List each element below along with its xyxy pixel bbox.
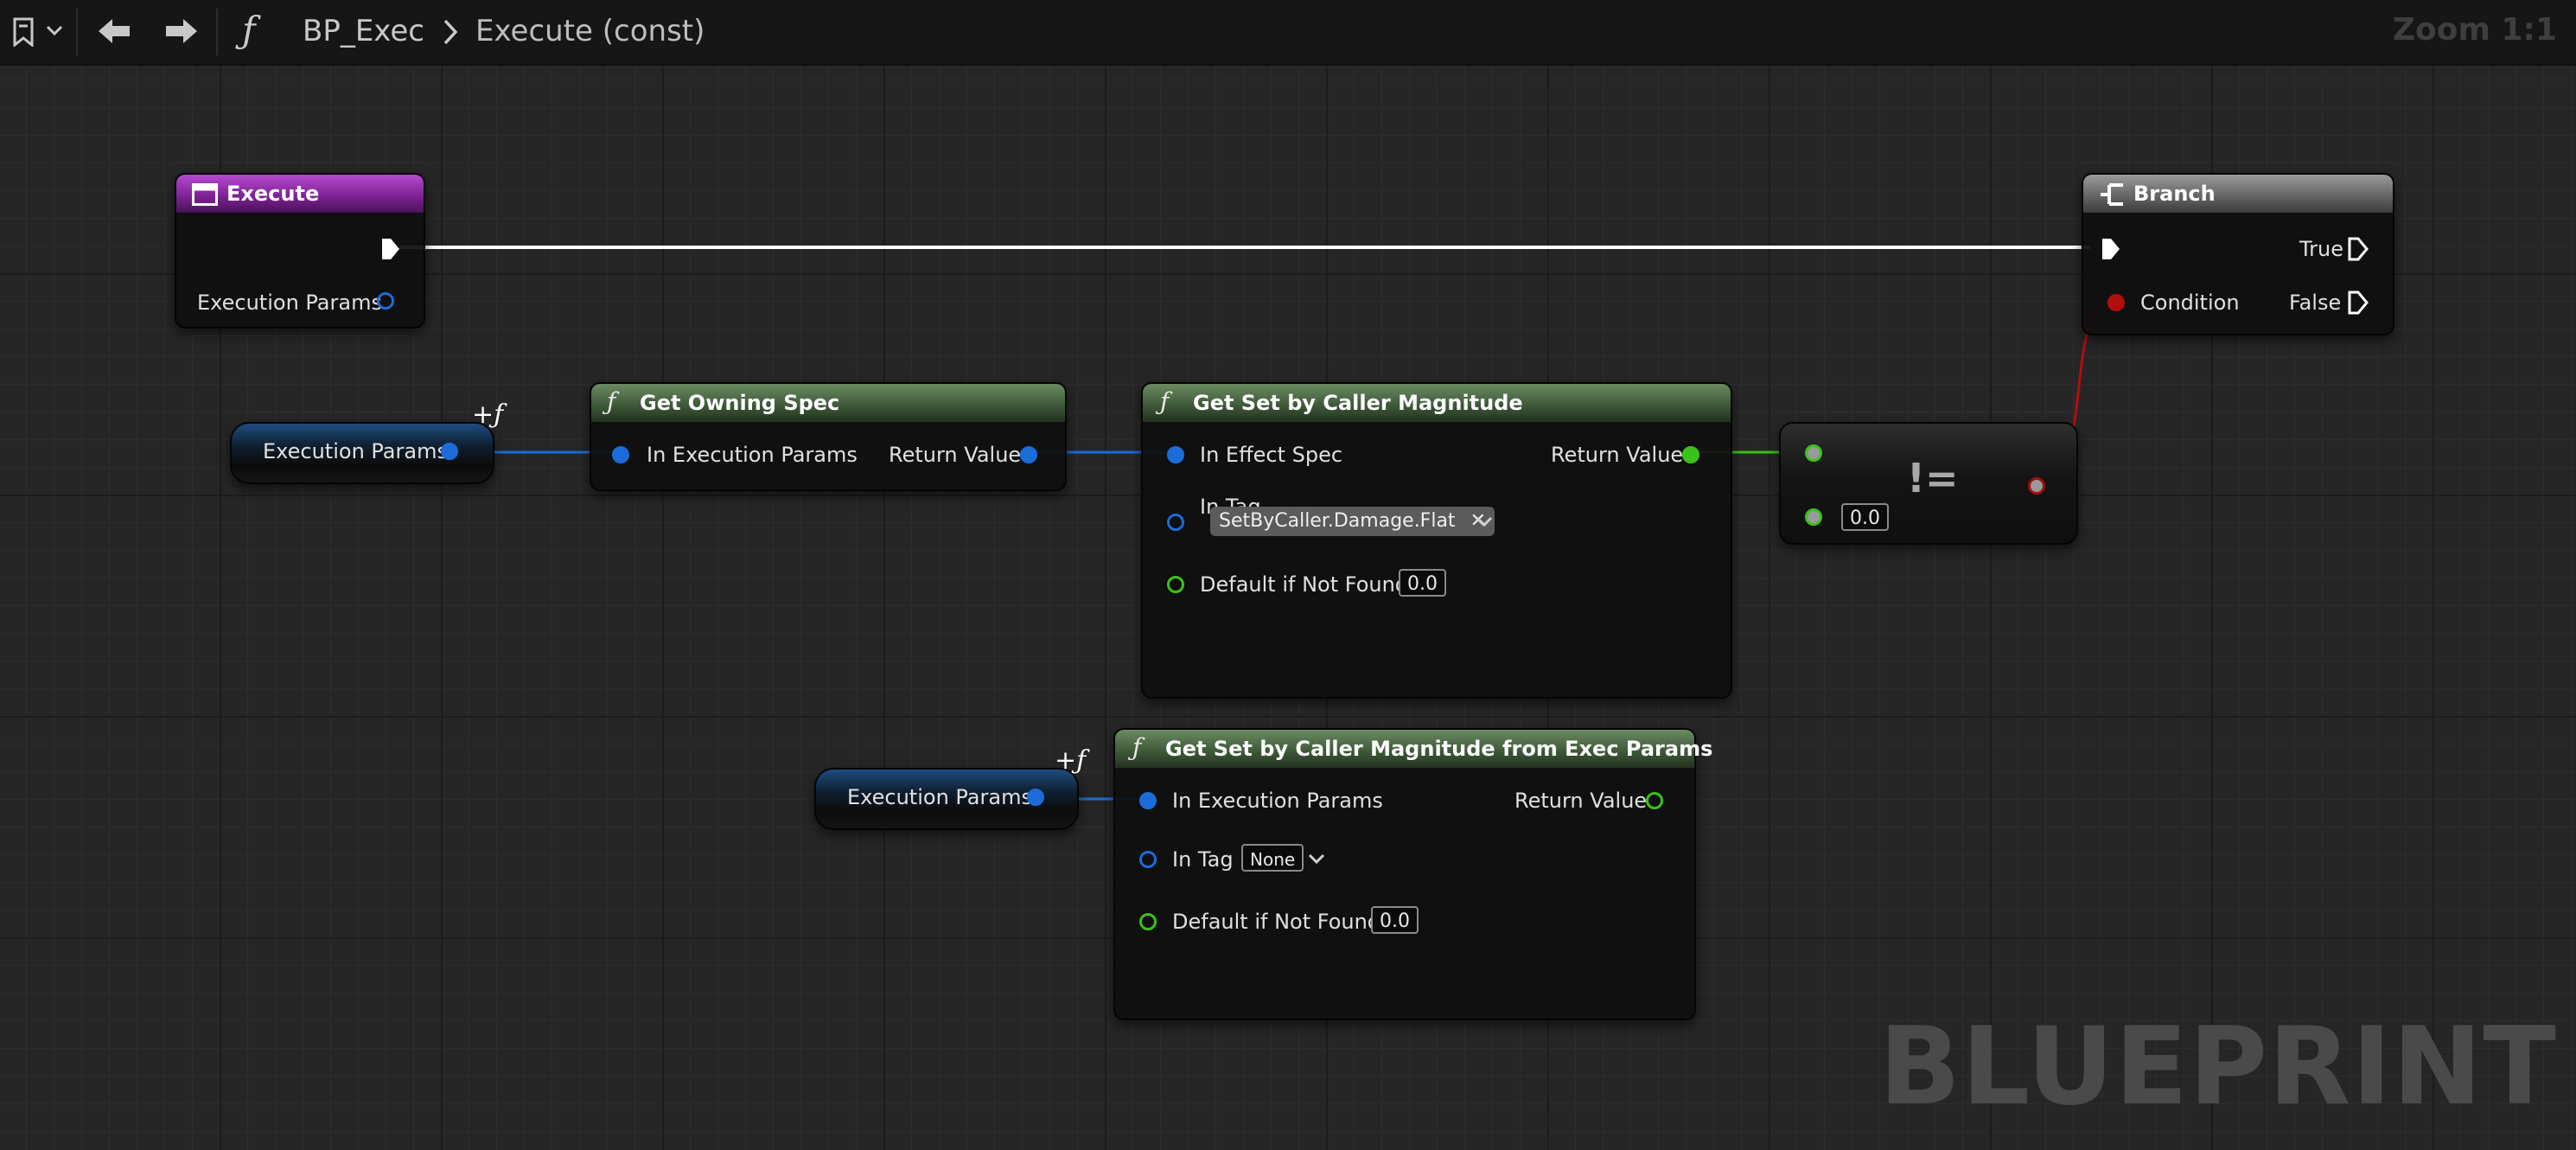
exec-in-pin[interactable] bbox=[2101, 237, 2121, 261]
pin-label: Return Value bbox=[889, 443, 1022, 467]
blueprint-watermark: BLUEPRINT bbox=[1878, 1005, 2557, 1129]
breadcrumb-chevron-icon bbox=[441, 17, 460, 50]
gameplay-tag-chip[interactable]: SetByCaller.Damage.Flat ✕ bbox=[1210, 507, 1495, 536]
bool-out-pin[interactable] bbox=[2028, 477, 2045, 495]
float-in-pin[interactable] bbox=[1139, 913, 1157, 930]
graph-canvas[interactable]: Execute Execution Params Branch Conditio… bbox=[0, 66, 2576, 1150]
tag-in-pin[interactable] bbox=[1167, 514, 1184, 531]
tag-in-pin[interactable] bbox=[1139, 851, 1157, 868]
forward-arrow-icon[interactable] bbox=[164, 17, 199, 48]
float-in-pin-b[interactable] bbox=[1805, 508, 1822, 526]
pin-label: In Execution Params bbox=[647, 443, 858, 467]
get-owning-spec-node[interactable]: ƒ Get Owning Spec In Execution Params Re… bbox=[590, 382, 1067, 491]
execution-params-variable[interactable]: Execution Params bbox=[814, 768, 1079, 830]
struct-in-pin[interactable] bbox=[1139, 792, 1157, 809]
pin-label: Return Value bbox=[1514, 789, 1648, 813]
default-value-input[interactable]: 0.0 bbox=[1399, 569, 1446, 597]
node-title: Get Set by Caller Magnitude bbox=[1193, 391, 1523, 415]
pure-function-icon: +ƒ bbox=[1055, 745, 1087, 776]
struct-out-pin[interactable] bbox=[441, 443, 458, 460]
chevron-down-icon[interactable] bbox=[1475, 514, 1494, 534]
event-icon bbox=[192, 183, 218, 209]
node-header bbox=[2083, 175, 2393, 213]
branch-icon bbox=[2099, 182, 2126, 211]
execute-event-node[interactable]: Execute Execution Params bbox=[175, 173, 425, 329]
execution-params-variable[interactable]: Execution Params bbox=[230, 422, 494, 484]
toolbar-divider bbox=[76, 9, 78, 55]
breadcrumb-current[interactable]: Execute (const) bbox=[475, 14, 705, 48]
function-icon: ƒ bbox=[1132, 733, 1142, 762]
graph-toolbar: ƒ BP_Exec Execute (const) Zoom 1:1 bbox=[0, 0, 2576, 66]
pin-label: True bbox=[2299, 237, 2343, 261]
pin-label: Default if Not Found bbox=[1172, 910, 1381, 934]
node-title: Branch bbox=[2133, 182, 2216, 206]
pure-function-icon: +ƒ bbox=[472, 399, 504, 430]
pin-label: False bbox=[2289, 291, 2342, 315]
exec-false-pin[interactable] bbox=[2348, 291, 2369, 315]
operator-symbol: != bbox=[1907, 455, 1959, 502]
pin-label: Default if Not Found bbox=[1200, 572, 1409, 597]
variable-label: Execution Params bbox=[847, 785, 1032, 809]
node-title: Get Owning Spec bbox=[640, 391, 840, 415]
get-set-by-caller-magnitude-from-exec-params-node[interactable]: ƒ Get Set by Caller Magnitude from Exec … bbox=[1113, 728, 1712, 1020]
struct-out-pin[interactable] bbox=[1020, 446, 1037, 463]
get-set-by-caller-magnitude-node[interactable]: ƒ Get Set by Caller Magnitude In Effect … bbox=[1141, 382, 1732, 699]
back-arrow-icon[interactable] bbox=[97, 17, 131, 48]
b-value-input[interactable]: 0.0 bbox=[1841, 503, 1889, 531]
bool-in-pin[interactable] bbox=[2107, 294, 2125, 311]
function-icon: ƒ bbox=[607, 387, 616, 416]
zoom-level: Zoom 1:1 bbox=[2392, 12, 2557, 48]
function-icon: ƒ bbox=[1160, 387, 1170, 416]
struct-in-pin[interactable] bbox=[1167, 446, 1184, 463]
tag-value-input[interactable]: None bbox=[1241, 844, 1304, 872]
node-title: Execute bbox=[226, 182, 320, 206]
tag-value: SetByCaller.Damage.Flat bbox=[1219, 510, 1456, 532]
float-in-pin-a[interactable] bbox=[1805, 444, 1822, 462]
branch-node[interactable]: Branch Condition True False bbox=[2082, 173, 2394, 335]
pin-label: Condition bbox=[2140, 291, 2240, 315]
node-title: Get Set by Caller Magnitude from Exec Pa… bbox=[1165, 737, 1713, 761]
chevron-down-icon[interactable] bbox=[1307, 851, 1326, 872]
default-value-input[interactable]: 0.0 bbox=[1371, 906, 1419, 934]
chevron-down-icon[interactable] bbox=[45, 21, 64, 43]
bookmark-icon[interactable] bbox=[12, 17, 35, 50]
exec-out-pin[interactable] bbox=[380, 237, 401, 261]
variable-label: Execution Params bbox=[263, 439, 448, 463]
toolbar-divider bbox=[216, 9, 218, 55]
pin-label: In Tag bbox=[1172, 847, 1234, 872]
float-out-pin[interactable] bbox=[1646, 792, 1663, 809]
pin-label: Execution Params bbox=[197, 291, 382, 315]
breadcrumb-root[interactable]: BP_Exec bbox=[303, 14, 424, 48]
float-in-pin[interactable] bbox=[1167, 576, 1184, 593]
function-icon: ƒ bbox=[242, 9, 256, 51]
struct-out-pin[interactable] bbox=[377, 292, 394, 310]
exec-true-pin[interactable] bbox=[2348, 237, 2369, 261]
pin-label: Return Value bbox=[1551, 443, 1684, 467]
struct-out-pin[interactable] bbox=[1027, 789, 1044, 806]
float-out-pin[interactable] bbox=[1682, 446, 1699, 463]
pin-label: In Execution Params bbox=[1172, 789, 1383, 813]
struct-in-pin[interactable] bbox=[612, 446, 629, 463]
pin-label: In Effect Spec bbox=[1200, 443, 1343, 467]
not-equal-operator-node[interactable]: 0.0 != bbox=[1779, 422, 2078, 545]
